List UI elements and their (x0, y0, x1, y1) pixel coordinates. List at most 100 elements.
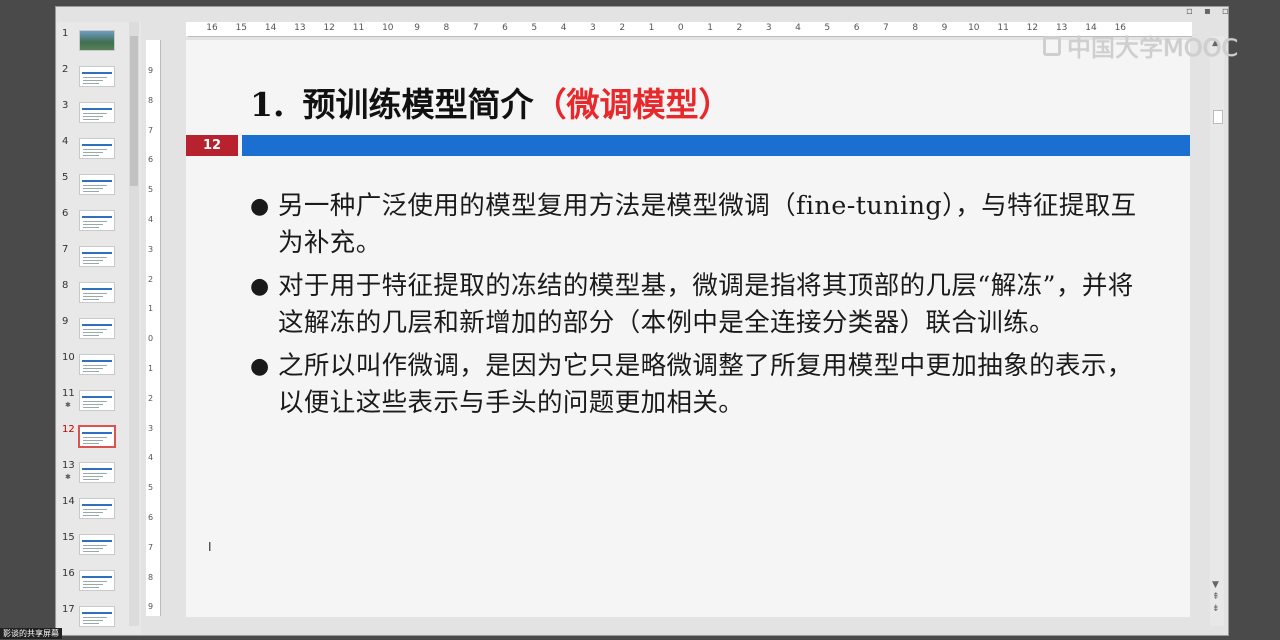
ruler-tick-label: 8 (443, 23, 450, 33)
ruler-tick-label: 2 (619, 23, 626, 33)
ruler-tick-label: 3 (148, 423, 154, 433)
thumbnail-number: 15 (62, 532, 75, 543)
slide-canvas[interactable]: 1. 预训练模型简介（微调模型） 12 ● 另一种广泛使用的模型复用方法是模型微调（… (186, 40, 1190, 617)
ruler-tick-label: 11 (352, 23, 365, 33)
slide-thumbnail-14[interactable]: 14 (57, 496, 137, 520)
thumbnail-number: 11 (62, 388, 75, 399)
share-screen-label: 影谈的共享屏幕 (0, 628, 62, 639)
ruler-tick-label: 8 (148, 572, 154, 582)
ruler-tick-label: 1 (648, 23, 655, 33)
ruler-tick-label: 0 (677, 23, 684, 33)
title-number: 1. (250, 85, 285, 124)
thumbnail-number: 1 (62, 28, 69, 39)
text-cursor-icon: I (208, 540, 212, 554)
ruler-tick-label: 13 (294, 23, 306, 33)
thumbnail-image (79, 606, 115, 627)
bullet-dot-icon: ● (250, 194, 270, 219)
thumbnail-image (79, 210, 115, 231)
thumbnail-number: 2 (62, 64, 69, 75)
next-slide-icon[interactable]: ⇟ (1212, 604, 1220, 614)
slide-thumbnail-8[interactable]: 8 (57, 280, 137, 304)
ruler-tick-label: 6 (502, 23, 508, 33)
slide-thumbnail-3[interactable]: 3 (57, 100, 137, 124)
ruler-tick-label: 4 (560, 23, 567, 33)
slide-scrollbar[interactable]: ▲ ▼ ⇞ ⇟ (1210, 36, 1224, 626)
slide-thumbnail-11[interactable]: 11 ✱ (57, 388, 137, 412)
thumbnail-image (79, 570, 115, 591)
ruler-tick-label: 9 (941, 23, 948, 33)
ruler-tick-label: 9 (148, 66, 154, 75)
ruler-tick-label: 15 (235, 23, 248, 33)
bullet-dot-icon: ● (250, 354, 270, 379)
ruler-tick-label: 2 (148, 393, 154, 403)
slide-thumbnail-13[interactable]: 13 ✱ (57, 460, 137, 484)
bullet-item: ● 另一种广泛使用的模型复用方法是模型微调（fine-tuning），与特征提取互… (248, 188, 1148, 262)
ruler-tick-label: 6 (853, 23, 860, 33)
ruler-tick-label: 2 (736, 23, 743, 33)
slide-thumbnail-9[interactable]: 9 (57, 316, 137, 340)
ruler-tick-label: 1 (148, 304, 154, 314)
thumbnail-image (79, 498, 115, 519)
bullet-item: ● 对于用于特征提取的冻结的模型基，微调是指将其顶部的几层“解冻”，并将这解冻的几… (248, 268, 1148, 342)
bullet-item: ● 之所以叫作微调，是因为它只是略微调整了所复用模型中更加抽象的表示，以便让这些表… (248, 348, 1148, 422)
animation-star-icon: ✱ (65, 401, 71, 409)
mooc-logo-icon (1043, 35, 1061, 56)
horizontal-ruler: 16 15 14 13 12 11 10 9 8 7 6 5 4 3 2 1 0 1 2 3 4 5 6 7 8 9 10 11 12 1… (186, 22, 1192, 37)
ruler-tick-label: 5 (824, 23, 831, 33)
slide-thumbnail-6[interactable]: 6 (57, 208, 137, 232)
thumbnail-image (79, 66, 115, 87)
window-controls[interactable]: ▫ ▪ ▫ (1186, 6, 1233, 17)
ruler-tick-label: 7 (472, 23, 479, 33)
ruler-tick-label: 5 (531, 23, 538, 33)
ruler-tick-label: 1 (707, 23, 713, 33)
slide-thumbnail-15[interactable]: 15 (57, 532, 137, 556)
scroll-down-icon[interactable]: ▼ (1212, 580, 1219, 590)
ruler-tick-label: 5 (148, 483, 154, 493)
thumbnail-image (79, 174, 115, 195)
thumbnail-scroll-thumb[interactable] (130, 36, 138, 186)
thumbnail-scrollbar[interactable] (129, 22, 139, 626)
slide-thumbnail-1[interactable]: 1 (57, 28, 137, 52)
thumbnail-number: 12 (62, 424, 75, 435)
thumbnail-number: 16 (62, 568, 75, 579)
slide-number-badge: 12 (186, 135, 238, 156)
thumbnail-number: 17 (62, 604, 75, 615)
slide-thumbnail-12[interactable]: 12 (57, 424, 137, 448)
title-accent: （微调模型） (533, 85, 732, 124)
ruler-tick-label: 3 (590, 23, 596, 33)
thumbnail-image (79, 282, 115, 303)
slide-scroll-thumb[interactable] (1213, 110, 1223, 124)
slide-thumbnail-17[interactable]: 17 (57, 604, 137, 628)
ruler-tick-label: 9 (148, 602, 154, 612)
title-underline-band (242, 135, 1190, 156)
vertical-ruler: 9 8 7 6 5 4 3 2 1 0 1 2 3 4 5 6 7 8 9 (146, 40, 161, 616)
thumbnail-image (79, 462, 115, 483)
ruler-tick-label: 8 (912, 23, 919, 33)
slide-thumbnail-2[interactable]: 2 (57, 64, 137, 88)
ruler-tick-label: 7 (148, 125, 154, 135)
bullet-dot-icon: ● (250, 274, 270, 299)
thumbnail-image (79, 318, 115, 339)
thumbnail-number: 14 (62, 496, 75, 507)
slide-thumbnail-16[interactable]: 16 (57, 568, 137, 592)
slide-thumbnail-7[interactable]: 7 (57, 244, 137, 268)
ruler-tick-label: 16 (206, 23, 218, 33)
thumbnail-number: 8 (62, 280, 69, 291)
ruler-tick-label: 7 (148, 542, 154, 552)
ruler-tick-label: 12 (323, 23, 335, 33)
bullet-list: ● 另一种广泛使用的模型复用方法是模型微调（fine-tuning），与特征提取互… (248, 188, 1148, 428)
ruler-tick-label: 8 (148, 95, 154, 105)
thumbnail-image (79, 102, 115, 123)
slide-thumbnail-10[interactable]: 10 (57, 352, 137, 376)
mooc-watermark: 中国大学MOOC (1043, 28, 1238, 63)
slide-thumbnail-5[interactable]: 5 (57, 172, 137, 196)
prev-slide-icon[interactable]: ⇞ (1212, 592, 1220, 602)
ruler-tick-label: 7 (883, 23, 889, 33)
slide-thumbnail-4[interactable]: 4 (57, 136, 137, 160)
thumbnail-image (78, 425, 116, 448)
thumbnail-number: 4 (62, 136, 69, 147)
thumbnail-image (79, 390, 115, 411)
thumbnail-image (79, 354, 115, 375)
ruler-tick-label: 3 (148, 244, 154, 254)
slide-title: 1. 预训练模型简介（微调模型） (250, 78, 731, 126)
